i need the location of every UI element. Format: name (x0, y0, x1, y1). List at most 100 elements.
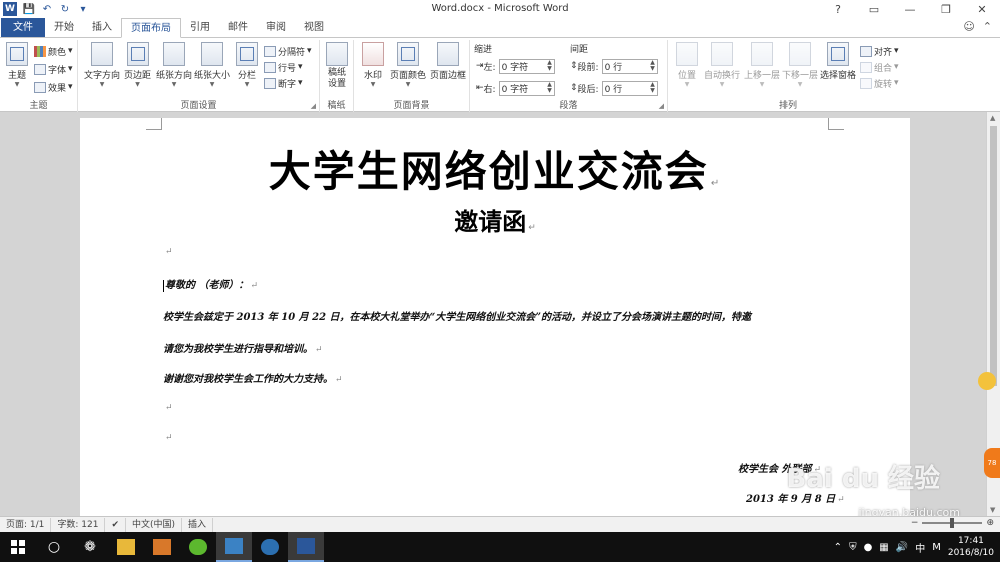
group-objects-label: 组合 (874, 63, 893, 74)
selection-pane-button[interactable]: 选择窗格 (820, 42, 856, 81)
ime-mode-indicator[interactable]: M (932, 542, 941, 553)
wrap-text-button[interactable]: 自动换行 ▼ (704, 42, 740, 88)
body-line-1[interactable]: 校学生会兹定于 2013 年 10 月 22 日，在本校大礼堂举办“大学生网络创… (163, 308, 751, 323)
document-subtitle[interactable]: 邀请函 ↵ (80, 202, 910, 237)
minimize-icon[interactable]: — (892, 0, 928, 18)
position-label: 位置 (677, 71, 696, 81)
photos-app-icon[interactable] (216, 532, 252, 562)
task-view-icon[interactable]: ❁ (72, 532, 108, 562)
green-app-icon[interactable] (180, 532, 216, 562)
theme-button[interactable]: 主题 ▼ (6, 42, 28, 88)
customize-qa-icon[interactable]: ▾ (77, 3, 89, 15)
side-widget-icon[interactable]: 78 (984, 448, 1000, 478)
restore-icon[interactable]: ❐ (928, 0, 964, 18)
columns-button[interactable]: 分栏 ▼ (236, 42, 258, 88)
package-app-icon[interactable] (144, 532, 180, 562)
tab-page-layout[interactable]: 页面布局 (121, 18, 181, 38)
indent-left-input[interactable]: 0 字符 ▲ ▼ (498, 58, 555, 74)
salutation-paragraph[interactable]: 尊敬的 （老师）： ↵ (163, 276, 258, 292)
language-indicator[interactable]: 中文(中国) (126, 517, 183, 532)
spinner-arrows-icon[interactable]: ▲ ▼ (649, 82, 657, 94)
tab-home[interactable]: 开始 (45, 18, 83, 37)
position-button[interactable]: 位置 ▼ (676, 42, 698, 88)
collapse-ribbon-icon[interactable]: ⌃ (983, 20, 992, 33)
tab-review[interactable]: 审阅 (257, 18, 295, 37)
body-line-3[interactable]: 谢谢您对我校学生会工作的大力支持。 ↵ (163, 370, 343, 385)
scroll-down-icon[interactable]: ▼ (990, 506, 995, 514)
insert-mode[interactable]: 插入 (182, 517, 214, 532)
group-objects-button[interactable]: 组合 ▾ (860, 60, 899, 74)
line-numbers-button[interactable]: 行号 ▾ (264, 60, 303, 74)
page-borders-button[interactable]: 页面边框 (430, 42, 466, 81)
theme-effects-button[interactable]: 效果 ▾ (34, 80, 73, 94)
body-line-2[interactable]: 请您为我校学生进行指导和培训。 ↵ (163, 340, 323, 355)
indent-right-input[interactable]: 0 字符 ▲ ▼ (498, 80, 555, 96)
theme-colors-button[interactable]: 颜色 ▾ (34, 44, 73, 58)
page-color-button[interactable]: 页面颜色 ▼ (390, 42, 426, 88)
hyphenation-button[interactable]: 断字 ▾ (264, 76, 303, 90)
empty-paragraph[interactable]: ↵ (163, 246, 173, 257)
document-title[interactable]: 大学生网络创业交流会 ↵ (80, 138, 910, 199)
tab-insert[interactable]: 插入 (83, 18, 121, 37)
volume-icon[interactable]: 🔊 (896, 542, 908, 553)
scroll-up-icon[interactable]: ▲ (990, 114, 995, 122)
theme-fonts-button[interactable]: 字体 ▾ (34, 62, 73, 76)
align-button[interactable]: 对齐 ▾ (860, 44, 899, 58)
proofing-icon[interactable]: ✔ (105, 517, 127, 532)
empty-paragraph[interactable]: ↵ (163, 432, 173, 443)
dialog-launcher-icon[interactable]: ◢ (311, 102, 316, 110)
empty-paragraph[interactable]: ↵ (163, 402, 173, 413)
document-page[interactable]: 大学生网络创业交流会 ↵ 邀请函 ↵ ↵ 尊敬的 （老师）： ↵ 校学生会兹定于 20… (80, 118, 910, 516)
security-icon[interactable]: ⛨ (849, 542, 857, 553)
page-count[interactable]: 页面: 1/1 (0, 517, 52, 532)
word-taskbar-icon[interactable] (288, 532, 324, 562)
clock[interactable]: 17:41 2016/8/10 (948, 535, 994, 559)
spacing-after-input[interactable]: 0 行 ▲ ▼ (601, 80, 658, 96)
margins-button[interactable]: 页边距 ▼ (124, 42, 151, 88)
lightbulb-icon[interactable] (978, 372, 996, 390)
undo-icon[interactable]: ↶ (41, 3, 53, 15)
send-backward-button[interactable]: 下移一层 ▼ (782, 42, 818, 88)
draft-settings-button[interactable]: 稿纸 设置 (326, 42, 348, 90)
network-icon[interactable]: ▦ (879, 542, 888, 553)
dialog-launcher-icon[interactable]: ◢ (659, 102, 664, 110)
tab-file[interactable]: 文件 (1, 18, 45, 37)
spinner-arrows-icon[interactable]: ▲ ▼ (649, 60, 657, 72)
watermark-button[interactable]: 水印 ▼ (362, 42, 384, 88)
tab-mailings[interactable]: 邮件 (219, 18, 257, 37)
zoom-slider[interactable] (922, 518, 983, 528)
bring-forward-button[interactable]: 上移一层 ▼ (744, 42, 780, 88)
orientation-button[interactable]: 纸张方向 ▼ (156, 42, 192, 88)
rotate-button[interactable]: 旋转 ▾ (860, 76, 899, 90)
tab-references[interactable]: 引用 (181, 18, 219, 37)
size-button[interactable]: 纸张大小 ▼ (194, 42, 230, 88)
help-icon[interactable]: ? (820, 0, 856, 18)
spacing-before-input[interactable]: 0 行 ▲ ▼ (601, 58, 658, 74)
group-arrange-label: 排列 (778, 101, 797, 111)
zoom-knob[interactable] (950, 518, 955, 528)
save-icon[interactable]: 💾 (23, 3, 35, 15)
tab-view[interactable]: 视图 (295, 18, 333, 37)
word-app-icon[interactable]: W (3, 2, 17, 16)
globe-app-icon[interactable] (252, 532, 288, 562)
word-count[interactable]: 字数: 121 (51, 517, 106, 532)
app-tray-icon[interactable]: ● (864, 542, 873, 553)
spinner-arrows-icon[interactable]: ▲ ▼ (546, 60, 554, 72)
tray-expand-icon[interactable]: ⌃ (834, 542, 842, 553)
cortana-icon[interactable]: ○ (36, 532, 72, 562)
close-icon[interactable]: ✕ (964, 0, 1000, 18)
scrollbar-thumb[interactable] (990, 126, 997, 386)
ribbon-display-icon[interactable]: ▭ (856, 0, 892, 18)
file-explorer-icon[interactable] (108, 532, 144, 562)
text-direction-button[interactable]: 文字方向 ▼ (84, 42, 120, 88)
smiley-feedback-icon[interactable]: ☺ (963, 20, 974, 33)
breaks-button[interactable]: 分隔符 ▾ (264, 44, 312, 58)
start-button[interactable] (0, 532, 36, 562)
redo-icon[interactable]: ↻ (59, 3, 71, 15)
chevron-down-icon: ▾ (68, 46, 73, 56)
zoom-in-icon[interactable]: ⊕ (986, 518, 994, 528)
ime-indicator[interactable]: 中 (915, 540, 925, 555)
zoom-out-icon[interactable]: − (911, 518, 919, 528)
clock-date: 2016/8/10 (947, 548, 994, 558)
spinner-arrows-icon[interactable]: ▲ ▼ (546, 82, 554, 94)
